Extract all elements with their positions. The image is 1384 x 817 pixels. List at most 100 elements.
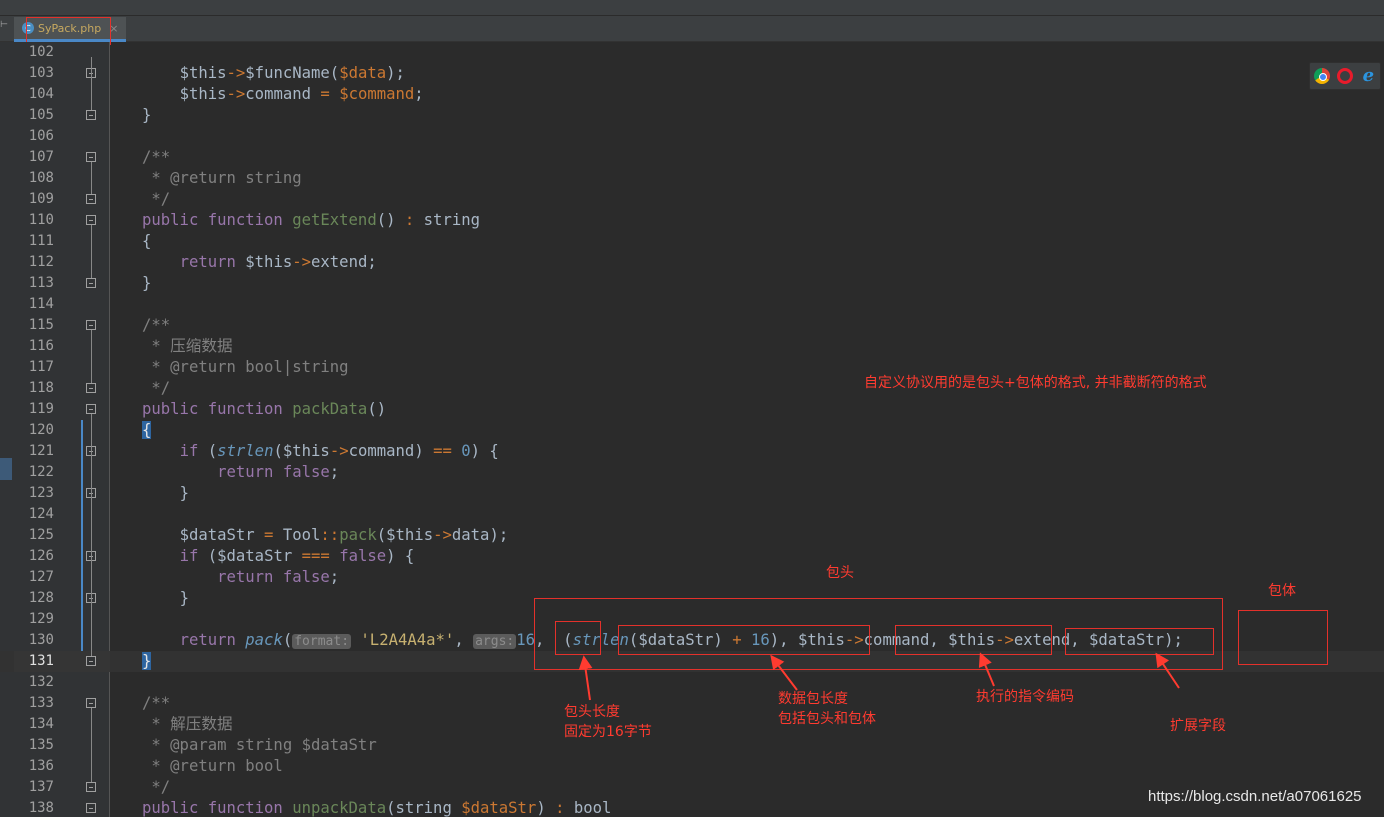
- fold-range-line: [91, 708, 92, 782]
- code-token: }: [142, 106, 152, 124]
- code-token: */: [142, 778, 171, 796]
- fold-toggle-icon[interactable]: [86, 110, 96, 120]
- code-line[interactable]: 120 {: [0, 420, 1384, 441]
- code-line[interactable]: 124: [0, 504, 1384, 525]
- code-line[interactable]: 111 {: [0, 231, 1384, 252]
- code-token: return: [217, 568, 283, 586]
- code-line[interactable]: 105}: [0, 105, 1384, 126]
- code-token: return: [217, 463, 283, 481]
- ie-icon[interactable]: e: [1360, 67, 1376, 85]
- code-text: if (strlen($this->command) == 0) {: [142, 441, 499, 462]
- fold-toggle-icon[interactable]: [86, 383, 96, 393]
- code-token: */: [142, 190, 171, 208]
- code-token: (: [386, 799, 396, 817]
- code-editor[interactable]: 102 103 $this->$funcName($data); 104 $this…: [0, 42, 1384, 817]
- fold-toggle-icon[interactable]: [86, 404, 96, 414]
- code-token: $dataStr: [638, 631, 714, 649]
- line-number: 127: [28, 569, 54, 585]
- code-line[interactable]: 107 /**: [0, 147, 1384, 168]
- fold-toggle-icon[interactable]: [86, 194, 96, 204]
- code-text: public function unpackData(string $dataS…: [142, 798, 611, 817]
- pin-icon: ⊢: [0, 20, 8, 30]
- scope-guide: [81, 420, 83, 651]
- code-text: * @param string $dataStr: [142, 735, 376, 756]
- code-token: string: [423, 211, 481, 229]
- code-token: =: [254, 526, 283, 544]
- line-number: 119: [28, 401, 54, 417]
- code-line[interactable]: 127 return false;: [0, 567, 1384, 588]
- code-token: $this: [948, 631, 996, 649]
- fold-toggle-icon[interactable]: [86, 803, 96, 813]
- line-number: 114: [28, 296, 54, 312]
- fold-toggle-icon[interactable]: [86, 215, 96, 225]
- code-token: );: [386, 64, 405, 82]
- code-token: $dataStr: [1089, 631, 1165, 649]
- code-line[interactable]: 113}: [0, 273, 1384, 294]
- fold-toggle-icon[interactable]: [86, 320, 96, 330]
- code-token: command: [863, 631, 930, 649]
- fold-toggle-icon[interactable]: [86, 278, 96, 288]
- tab-sypack-php[interactable]: C SyPack.php ×: [14, 17, 126, 42]
- code-token: :: [404, 211, 424, 229]
- editor-tab-bar: ⊢ C SyPack.php ×: [0, 0, 1384, 45]
- code-line[interactable]: 112 return $this->extend;: [0, 252, 1384, 273]
- code-line[interactable]: 108 * @return string: [0, 168, 1384, 189]
- code-line[interactable]: 103 $this->$funcName($data);: [0, 63, 1384, 84]
- code-token: false: [282, 463, 330, 481]
- code-line[interactable]: 122 return false;: [0, 462, 1384, 483]
- line-number: 136: [28, 758, 54, 774]
- code-token: Tool: [282, 526, 321, 544]
- code-token: (: [282, 631, 293, 649]
- code-line[interactable]: 109 */: [0, 189, 1384, 210]
- code-line[interactable]: 114: [0, 294, 1384, 315]
- code-token: 'L2A4A4a*': [360, 631, 455, 649]
- code-token: ) {: [386, 547, 415, 565]
- code-line[interactable]: 129: [0, 609, 1384, 630]
- code-text: }: [142, 273, 151, 294]
- code-line[interactable]: 131}: [0, 651, 1384, 672]
- code-token: if: [179, 442, 208, 460]
- code-line[interactable]: 130 return pack(format: 'L2A4A4a*', args…: [0, 630, 1384, 651]
- code-line[interactable]: 115 /**: [0, 315, 1384, 336]
- code-line[interactable]: 135 * @param string $dataStr: [0, 735, 1384, 756]
- chrome-icon[interactable]: [1313, 68, 1330, 84]
- code-token: ->: [844, 631, 864, 649]
- annotation-packet-length: 数据包长度 包括包头和包体: [778, 691, 876, 727]
- code-line[interactable]: 133 /**: [0, 693, 1384, 714]
- code-line[interactable]: 121 if (strlen($this->command) == 0) {: [0, 441, 1384, 462]
- code-token: (: [376, 526, 387, 544]
- code-line[interactable]: 136 * @return bool: [0, 756, 1384, 777]
- code-line[interactable]: 104 $this->command = $command;: [0, 84, 1384, 105]
- line-number: 121: [28, 443, 54, 459]
- code-token: =: [311, 85, 340, 103]
- fold-toggle-icon[interactable]: [86, 782, 96, 792]
- code-token: $this: [245, 253, 293, 271]
- line-number: 133: [28, 695, 54, 711]
- fold-toggle-icon[interactable]: [86, 656, 96, 666]
- code-line[interactable]: 123 }: [0, 483, 1384, 504]
- code-token: false: [282, 568, 330, 586]
- code-line[interactable]: 106: [0, 126, 1384, 147]
- close-tab-icon[interactable]: ×: [109, 22, 118, 35]
- fold-toggle-icon[interactable]: [86, 698, 96, 708]
- code-line[interactable]: 116 * 压缩数据: [0, 336, 1384, 357]
- code-line[interactable]: 132: [0, 672, 1384, 693]
- code-line[interactable]: 119 public function packData(): [0, 399, 1384, 420]
- code-line[interactable]: 125 $dataStr = Tool::pack($this->data);: [0, 525, 1384, 546]
- code-line[interactable]: 102: [0, 42, 1384, 63]
- line-number: 108: [28, 170, 54, 186]
- code-text: return $this->extend;: [142, 252, 377, 273]
- code-line[interactable]: 128 }: [0, 588, 1384, 609]
- code-line[interactable]: 110 public function getExtend() : string: [0, 210, 1384, 231]
- line-number: 125: [28, 527, 54, 543]
- code-token: 16: [750, 631, 770, 649]
- fold-toggle-icon[interactable]: [86, 152, 96, 162]
- code-token: ->: [292, 253, 312, 271]
- code-token: ): [414, 442, 434, 460]
- code-line[interactable]: 126 if ($dataStr === false) {: [0, 546, 1384, 567]
- opera-icon[interactable]: [1336, 68, 1353, 84]
